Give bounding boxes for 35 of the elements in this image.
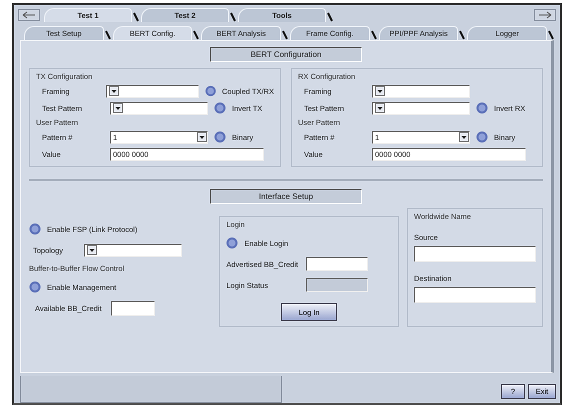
input-field[interactable] [414, 287, 536, 303]
dropdown[interactable] [110, 102, 208, 114]
caret-icon [197, 132, 207, 142]
section-heading: Interface Setup [210, 189, 362, 204]
tab-separator-icon [282, 30, 288, 40]
section-heading: BERT Configuration [210, 47, 362, 62]
tab-separator-icon [459, 30, 466, 40]
dropdown[interactable] [372, 102, 470, 114]
tab-separator-icon [370, 30, 377, 40]
caret-icon [87, 245, 97, 255]
caret-icon [375, 103, 385, 113]
radio-button[interactable] [476, 102, 488, 114]
tab-separator-icon [193, 30, 200, 40]
radio-button[interactable] [214, 102, 226, 114]
input-field[interactable] [306, 257, 368, 271]
radio-button[interactable] [29, 223, 41, 235]
dropdown[interactable] [372, 84, 470, 98]
radio-button[interactable] [204, 85, 216, 97]
input-field[interactable] [414, 246, 536, 262]
tab-separator-icon [104, 30, 111, 40]
caret-icon [375, 86, 385, 96]
caret-icon [459, 132, 469, 142]
radio-button[interactable] [29, 281, 41, 293]
radio-button[interactable] [214, 131, 226, 143]
tab-separator-icon [327, 12, 333, 22]
radio-button[interactable] [226, 237, 238, 249]
dropdown[interactable] [84, 244, 182, 256]
dropdown[interactable] [106, 84, 199, 98]
caret-icon [109, 86, 120, 96]
tab-separator-icon [230, 12, 236, 22]
radio-button[interactable] [476, 131, 488, 143]
input-field[interactable] [111, 301, 155, 316]
tab-separator-icon [133, 12, 139, 22]
caret-icon [113, 103, 123, 113]
tab-separator-icon [548, 30, 554, 40]
